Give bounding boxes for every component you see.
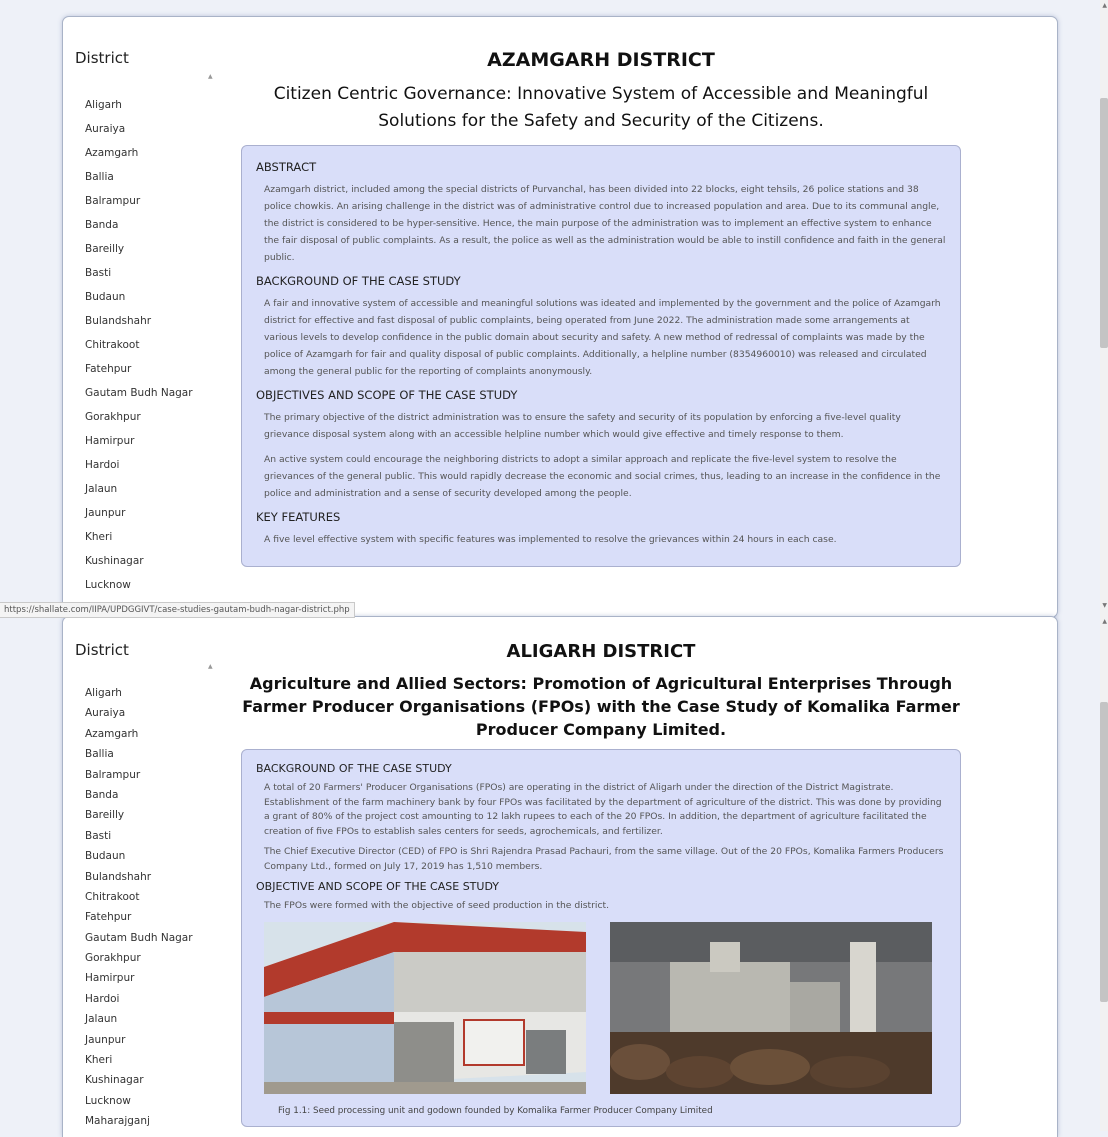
page-scrollbar-top[interactable]: ▲ ▼ — [1100, 0, 1108, 616]
azamgarh-case-study-panel: District Aligarh Auraiya Azamgarh Ballia Bal… — [62, 16, 1058, 618]
sidebar-item-district[interactable]: Budaun — [75, 285, 215, 309]
sidebar-item-district[interactable]: Chitrakoot — [75, 333, 215, 357]
sidebar-item-district[interactable]: Jalaun — [75, 1009, 215, 1029]
section-paragraph: A total of 20 Farmers' Producer Organisa… — [264, 782, 942, 837]
case-study-title: Citizen Centric Governance: Innovative S… — [273, 84, 929, 131]
sidebar-item-district[interactable]: Lucknow — [75, 1091, 215, 1111]
sidebar-item-district[interactable]: Balrampur — [75, 765, 215, 785]
section-heading: KEY FEATURES — [256, 510, 341, 524]
sidebar-item-district[interactable]: Maharajganj — [75, 1111, 215, 1131]
sidebar-item-district[interactable]: Kushinagar — [75, 549, 215, 573]
sidebar-item-district[interactable]: Gautam Budh Nagar — [75, 381, 215, 405]
case-study-title: Agriculture and Allied Sectors: Promotio… — [242, 674, 960, 739]
sidebar-scroll-up-icon[interactable]: ▲ — [208, 663, 213, 670]
sidebar-item-district[interactable]: Ballia — [75, 165, 215, 189]
sidebar-item-district[interactable]: Fatehpur — [75, 907, 215, 927]
scrollbar-thumb[interactable] — [1100, 98, 1108, 348]
sidebar-item-district[interactable]: Auraiya — [75, 117, 215, 141]
scrollbar-thumb[interactable] — [1100, 702, 1108, 1002]
scroll-up-arrow-icon[interactable]: ▲ — [1102, 2, 1107, 9]
status-bar-url: https://shallate.com/IIPA/UPDGGIVT/case-… — [0, 602, 355, 618]
sidebar-item-district[interactable]: Bareilly — [75, 805, 215, 825]
section-paragraph: An active system could encourage the nei… — [264, 454, 941, 499]
sidebar-item-district[interactable]: Banda — [75, 785, 215, 805]
seed-processing-photo — [610, 921, 932, 1094]
sidebar-title: District — [75, 641, 129, 659]
sidebar-item-district[interactable]: Jaunpur — [75, 501, 215, 525]
sidebar-item-district[interactable]: Aligarh — [75, 683, 215, 703]
sidebar-item-district[interactable]: Bulandshahr — [75, 309, 215, 333]
sidebar-scroll-up-icon[interactable]: ▲ — [208, 73, 213, 80]
sidebar-item-district[interactable]: Budaun — [75, 846, 215, 866]
case-study-content: AZAMGARH DISTRICT Citizen Centric Govern… — [241, 17, 961, 567]
case-study-box: ABSTRACT Azamgarh district, included amon… — [241, 145, 961, 567]
sidebar-item-district[interactable]: Gorakhpur — [75, 405, 215, 429]
sidebar-item-district[interactable]: Aligarh — [75, 93, 215, 117]
district-sidebar: District Aligarh Auraiya Azamgarh Ballia Bal… — [75, 617, 215, 1132]
sidebar-item-district[interactable]: Banda — [75, 213, 215, 237]
figure-caption: Fig 1.1: Seed processing unit and godown… — [278, 1105, 713, 1116]
section-heading: OBJECTIVE AND SCOPE OF THE CASE STUDY — [256, 880, 500, 893]
section-heading: ABSTRACT — [256, 160, 317, 174]
case-study-content: ALIGARH DISTRICT Agriculture and Allied … — [241, 617, 961, 1127]
sidebar-item-district[interactable]: Hamirpur — [75, 429, 215, 453]
sidebar-item-district[interactable]: Basti — [75, 261, 215, 285]
sidebar-item-district[interactable]: Kheri — [75, 1050, 215, 1070]
case-study-box: BACKGROUND OF THE CASE STUDY A total of 2… — [241, 749, 961, 1127]
sidebar-item-district[interactable]: Hardoi — [75, 453, 215, 477]
district-list: Aligarh Auraiya Azamgarh Ballia Balrampur Ban… — [75, 683, 215, 1132]
district-title: AZAMGARH DISTRICT — [487, 49, 715, 71]
sidebar-item-district[interactable]: Bulandshahr — [75, 867, 215, 887]
section-paragraph: Azamgarh district, included among the sp… — [264, 184, 946, 263]
sidebar-item-district[interactable]: Fatehpur — [75, 357, 215, 381]
aligarh-case-study-panel: District Aligarh Auraiya Azamgarh Ballia Bal… — [62, 616, 1058, 1137]
sidebar-item-district[interactable]: Hamirpur — [75, 968, 215, 988]
section-paragraph: A fair and innovative system of accessib… — [264, 298, 941, 377]
district-sidebar: District Aligarh Auraiya Azamgarh Ballia Bal… — [75, 17, 215, 597]
photo-row — [264, 921, 946, 1094]
sidebar-item-district[interactable]: Kheri — [75, 525, 215, 549]
sidebar-title: District — [75, 49, 129, 67]
section-heading: BACKGROUND OF THE CASE STUDY — [256, 274, 461, 288]
scroll-down-arrow-icon[interactable]: ▼ — [1102, 602, 1107, 609]
warehouse-photo — [264, 921, 586, 1094]
sidebar-item-district[interactable]: Azamgarh — [75, 724, 215, 744]
section-paragraph: A five level effective system with speci… — [264, 534, 837, 545]
sidebar-item-district[interactable]: Balrampur — [75, 189, 215, 213]
sidebar-item-district[interactable]: Azamgarh — [75, 141, 215, 165]
district-title: ALIGARH DISTRICT — [506, 641, 696, 662]
section-paragraph: The primary objective of the district ad… — [264, 412, 901, 440]
section-heading: OBJECTIVES AND SCOPE OF THE CASE STUDY — [256, 388, 518, 402]
sidebar-item-district[interactable]: Kushinagar — [75, 1070, 215, 1090]
sidebar-item-district[interactable]: Jalaun — [75, 477, 215, 501]
sidebar-item-district[interactable]: Lucknow — [75, 573, 215, 597]
scroll-up-arrow-icon[interactable]: ▲ — [1102, 618, 1107, 625]
page-scrollbar-bottom[interactable]: ▲ — [1100, 616, 1108, 1131]
sidebar-item-district[interactable]: Chitrakoot — [75, 887, 215, 907]
sidebar-item-district[interactable]: Gautam Budh Nagar — [75, 928, 215, 948]
section-heading: BACKGROUND OF THE CASE STUDY — [256, 762, 452, 775]
sidebar-item-district[interactable]: Auraiya — [75, 703, 215, 723]
section-paragraph: The Chief Executive Director (CED) of FP… — [264, 846, 944, 872]
sidebar-item-district[interactable]: Bareilly — [75, 237, 215, 261]
sidebar-item-district[interactable]: Ballia — [75, 744, 215, 764]
sidebar-item-district[interactable]: Hardoi — [75, 989, 215, 1009]
section-paragraph: The FPOs were formed with the objective … — [264, 900, 610, 911]
sidebar-item-district[interactable]: Basti — [75, 826, 215, 846]
sidebar-item-district[interactable]: Gorakhpur — [75, 948, 215, 968]
district-list: Aligarh Auraiya Azamgarh Ballia Balrampur Ban… — [75, 93, 215, 597]
sidebar-item-district[interactable]: Jaunpur — [75, 1030, 215, 1050]
